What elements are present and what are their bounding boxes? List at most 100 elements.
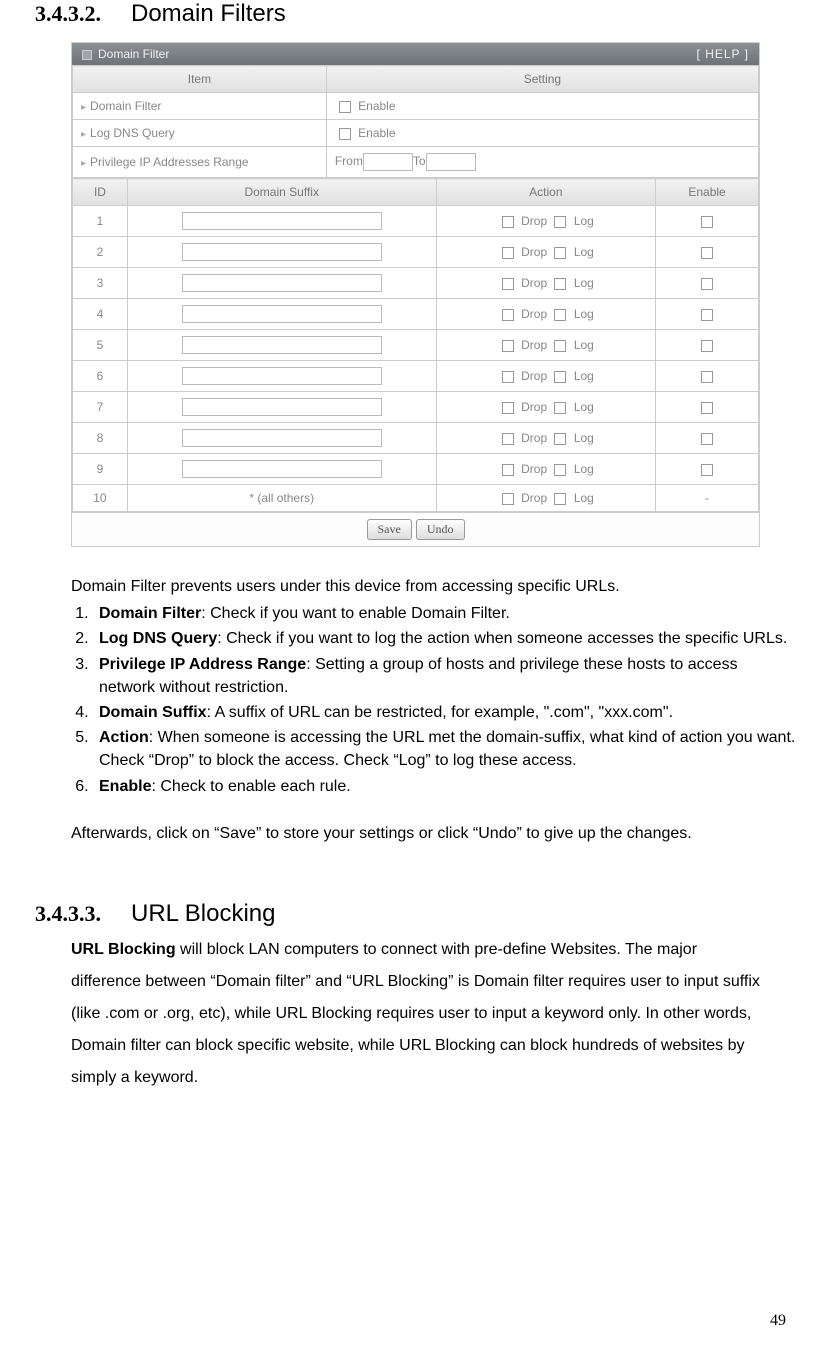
help-link[interactable]: [ HELP ] — [697, 47, 749, 61]
drop-checkbox[interactable] — [502, 464, 514, 476]
th-setting: Setting — [326, 66, 758, 93]
log-checkbox[interactable] — [554, 371, 566, 383]
drop-checkbox[interactable] — [502, 216, 514, 228]
table-row: 6 Drop Log — [73, 361, 759, 392]
domain-suffix-input[interactable] — [182, 429, 382, 447]
domain-suffix-input[interactable] — [182, 460, 382, 478]
drop-checkbox[interactable] — [502, 433, 514, 445]
setting-row-label: ▸Domain Filter — [73, 93, 327, 120]
domain-suffix-input[interactable] — [182, 274, 382, 292]
drop-checkbox[interactable] — [502, 493, 514, 505]
domain-suffix-input[interactable] — [182, 212, 382, 230]
rule-enable-cell — [656, 330, 759, 361]
rule-id: 2 — [73, 237, 128, 268]
url-blocking-paragraph: URL Blocking will block LAN computers to… — [71, 934, 760, 1094]
enable-rule-checkbox[interactable] — [701, 278, 713, 290]
th-enable: Enable — [656, 179, 759, 206]
setting-row-label: ▸Privilege IP Addresses Range — [73, 147, 327, 178]
rule-suffix-cell — [127, 423, 436, 454]
log-checkbox[interactable] — [554, 433, 566, 445]
rule-suffix-cell — [127, 361, 436, 392]
th-action: Action — [436, 179, 656, 206]
section-title: URL Blocking — [131, 900, 276, 928]
enable-rule-checkbox[interactable] — [701, 464, 713, 476]
enable-rule-checkbox[interactable] — [701, 340, 713, 352]
log-checkbox[interactable] — [554, 493, 566, 505]
list-item: Action: When someone is accessing the UR… — [93, 726, 796, 772]
rule-id: 10 — [73, 485, 128, 512]
rule-action-cell: Drop Log — [436, 330, 656, 361]
rule-id: 4 — [73, 299, 128, 330]
rule-id: 9 — [73, 454, 128, 485]
ip-to-input[interactable] — [426, 153, 476, 171]
rule-suffix-cell — [127, 237, 436, 268]
rule-enable-cell — [656, 423, 759, 454]
rule-action-cell: Drop Log — [436, 485, 656, 512]
drop-checkbox[interactable] — [502, 402, 514, 414]
rule-action-cell: Drop Log — [436, 361, 656, 392]
enable-rule-checkbox[interactable] — [701, 433, 713, 445]
figure-titlebar: Domain Filter [ HELP ] — [72, 43, 759, 65]
domain-suffix-input[interactable] — [182, 367, 382, 385]
table-row: 10* (all others) Drop Log- — [73, 485, 759, 512]
drop-checkbox[interactable] — [502, 340, 514, 352]
rule-id: 5 — [73, 330, 128, 361]
rule-suffix-cell — [127, 454, 436, 485]
rule-id: 1 — [73, 206, 128, 237]
rule-enable-cell — [656, 268, 759, 299]
list-item: Privilege IP Address Range: Setting a gr… — [93, 653, 796, 699]
rule-action-cell: Drop Log — [436, 423, 656, 454]
drop-checkbox[interactable] — [502, 247, 514, 259]
enable-rule-checkbox[interactable] — [701, 216, 713, 228]
rule-enable-cell — [656, 454, 759, 485]
rule-action-cell: Drop Log — [436, 454, 656, 485]
section-title: Domain Filters — [131, 0, 286, 28]
figure-title: Domain Filter — [98, 47, 169, 61]
log-checkbox[interactable] — [554, 402, 566, 414]
table-row: 2 Drop Log — [73, 237, 759, 268]
rule-enable-cell: - — [656, 485, 759, 512]
enable-rule-checkbox[interactable] — [701, 402, 713, 414]
drop-checkbox[interactable] — [502, 309, 514, 321]
rule-suffix-cell — [127, 392, 436, 423]
log-checkbox[interactable] — [554, 278, 566, 290]
rule-id: 8 — [73, 423, 128, 454]
undo-button[interactable]: Undo — [416, 519, 465, 540]
section-number: 3.4.3.3. — [35, 901, 101, 927]
table-row: 3 Drop Log — [73, 268, 759, 299]
drop-checkbox[interactable] — [502, 371, 514, 383]
log-dns-enable-checkbox[interactable] — [339, 128, 351, 140]
log-checkbox[interactable] — [554, 216, 566, 228]
enable-rule-checkbox[interactable] — [701, 247, 713, 259]
window-icon — [82, 50, 92, 60]
save-button[interactable]: Save — [367, 519, 412, 540]
rule-suffix-cell — [127, 299, 436, 330]
log-checkbox[interactable] — [554, 309, 566, 321]
domain-suffix-input[interactable] — [182, 243, 382, 261]
domain-suffix-input[interactable] — [182, 398, 382, 416]
domain-filter-enable-checkbox[interactable] — [339, 101, 351, 113]
arrow-icon: ▸ — [81, 102, 86, 113]
log-checkbox[interactable] — [554, 464, 566, 476]
enable-rule-checkbox[interactable] — [701, 371, 713, 383]
enable-rule-checkbox[interactable] — [701, 309, 713, 321]
rule-enable-cell — [656, 361, 759, 392]
ip-from-input[interactable] — [363, 153, 413, 171]
log-checkbox[interactable] — [554, 247, 566, 259]
list-item: Domain Suffix: A suffix of URL can be re… — [93, 701, 796, 724]
rule-action-cell: Drop Log — [436, 268, 656, 299]
domain-suffix-input[interactable] — [182, 305, 382, 323]
page-number: 49 — [770, 1312, 786, 1330]
log-checkbox[interactable] — [554, 340, 566, 352]
rule-action-cell: Drop Log — [436, 299, 656, 330]
list-item: Log DNS Query: Check if you want to log … — [93, 627, 796, 650]
domain-suffix-input[interactable] — [182, 336, 382, 354]
table-row: 5 Drop Log — [73, 330, 759, 361]
drop-checkbox[interactable] — [502, 278, 514, 290]
rule-enable-cell — [656, 392, 759, 423]
section-heading-2: 3.4.3.3. URL Blocking — [35, 900, 796, 928]
rule-suffix-cell — [127, 268, 436, 299]
setting-row-label: ▸Log DNS Query — [73, 120, 327, 147]
rule-action-cell: Drop Log — [436, 392, 656, 423]
table-row: 1 Drop Log — [73, 206, 759, 237]
